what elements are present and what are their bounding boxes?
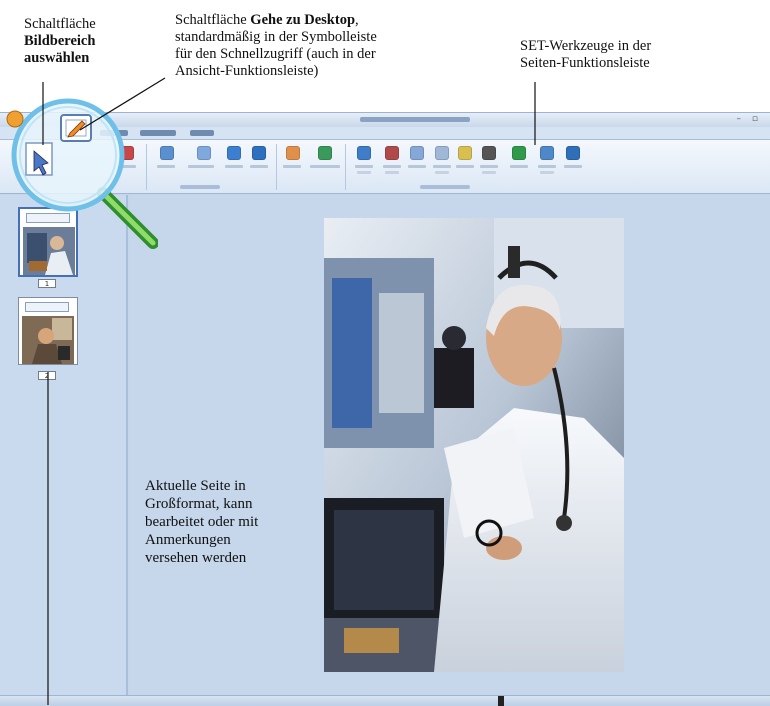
callout-current-page-line3: bearbeitet oder mit xyxy=(145,514,259,530)
callout-current-page-line5: versehen werden xyxy=(145,550,247,566)
thumbnail-image xyxy=(22,316,74,364)
set-tool-icon[interactable] xyxy=(357,146,371,160)
callout-go-desktop-prefix: Schaltfläche xyxy=(175,12,251,28)
ribbon-tool-icon[interactable] xyxy=(160,146,174,160)
callout-go-desktop-suffix: , xyxy=(355,12,359,28)
page-sorter-panel: 1 2 xyxy=(0,195,128,695)
set-tool-icon[interactable] xyxy=(482,146,496,160)
callout-go-desktop-line3: für den Schnellzugriff (auch in der xyxy=(175,46,376,62)
callout-current-page: Aktuelle Seite in Großformat, kann bearb… xyxy=(145,477,320,567)
ribbon-tool-icon[interactable] xyxy=(197,146,211,160)
set-tool-icon[interactable] xyxy=(540,146,554,160)
page-number-2: 2 xyxy=(38,371,56,380)
callout-current-page-line2: Großformat, kann xyxy=(145,496,253,512)
callout-set-tools-line1: SET-Werkzeuge in der xyxy=(520,38,652,54)
set-tool-icon[interactable] xyxy=(512,146,526,160)
callout-go-desktop-bold: Gehe zu Desktop xyxy=(250,12,356,28)
go-to-desktop-icon[interactable] xyxy=(60,114,92,142)
ribbon-tool-icon[interactable] xyxy=(286,146,300,160)
set-tool-icon[interactable] xyxy=(385,146,399,160)
callout-select-area-bold2: auswählen xyxy=(24,50,90,66)
page-workspace[interactable] xyxy=(130,195,770,695)
select-area-icon[interactable] xyxy=(25,142,53,176)
set-tool-icon[interactable] xyxy=(458,146,472,160)
callout-current-page-line1: Aktuelle Seite in xyxy=(145,478,246,494)
page-number-1: 1 xyxy=(38,279,56,288)
set-tool-icon[interactable] xyxy=(410,146,424,160)
set-tool-icon[interactable] xyxy=(566,146,580,160)
app-menu-icon[interactable] xyxy=(6,110,24,128)
callout-current-page-line4: Anmerkungen xyxy=(145,532,231,548)
callout-go-desktop-line2: standardmäßig in der Symbolleiste xyxy=(175,29,377,45)
ribbon-tool-icon[interactable] xyxy=(252,146,266,160)
set-tool-icon[interactable] xyxy=(435,146,449,160)
callout-select-area-line1: Schaltfläche xyxy=(24,16,96,32)
window-title-placeholder xyxy=(360,117,470,122)
window-controls[interactable]: – ▫ xyxy=(737,114,762,124)
callout-set-tools-line2: Seiten-Funktionsleiste xyxy=(520,55,650,71)
callout-select-area: Schaltfläche Bildbereich auswählen xyxy=(24,16,164,67)
ribbon-tool-icon[interactable] xyxy=(227,146,241,160)
ribbon-tab-3[interactable] xyxy=(190,130,214,136)
callout-go-desktop-line4: Ansicht-Funktionsleiste) xyxy=(175,63,319,79)
current-page-image[interactable] xyxy=(324,218,624,672)
status-bar xyxy=(0,695,770,706)
ribbon-tool-icon[interactable] xyxy=(318,146,332,160)
callout-go-to-desktop: Schaltfläche Gehe zu Desktop, standardmä… xyxy=(175,12,495,80)
magnifier-icon xyxy=(11,98,158,249)
callout-set-tools: SET-Werkzeuge in der Seiten-Funktionslei… xyxy=(520,38,740,72)
page-thumbnail-2[interactable] xyxy=(18,297,78,365)
callout-select-area-bold1: Bildbereich xyxy=(24,33,96,49)
